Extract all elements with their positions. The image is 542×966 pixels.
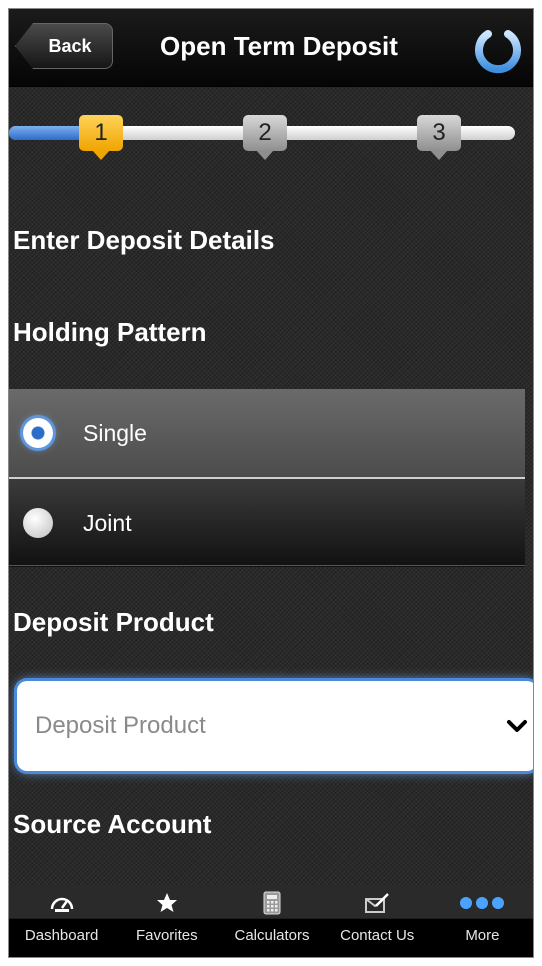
progress-fill <box>9 126 85 140</box>
header-bar: Back Open Term Deposit <box>9 9 533 87</box>
holding-pattern-radio-group: Single Joint <box>9 389 525 567</box>
tab-label: Calculators <box>234 927 310 944</box>
radio-selected-icon <box>23 418 53 448</box>
deposit-product-label: Deposit Product <box>13 607 214 637</box>
select-placeholder: Deposit Product <box>35 712 206 739</box>
divider <box>9 565 525 566</box>
progress-stepper: 1 2 3 <box>9 109 533 169</box>
tab-label: Contact Us <box>340 927 415 944</box>
chevron-down-icon <box>507 720 527 732</box>
section-title: Enter Deposit Details <box>13 225 275 255</box>
tab-contact-us[interactable]: Contact Us <box>325 885 430 957</box>
tab-label: Dashboard <box>24 927 99 944</box>
tab-label: More <box>465 927 500 944</box>
step-1: 1 <box>79 115 123 160</box>
tab-dashboard[interactable]: Dashboard <box>9 885 114 957</box>
tab-more[interactable]: More <box>430 885 533 957</box>
holding-pattern-label: Holding Pattern <box>13 317 207 347</box>
tab-favorites[interactable]: Favorites <box>114 885 219 957</box>
step-3: 3 <box>417 115 461 160</box>
radio-unselected-icon <box>23 508 53 538</box>
step-2: 2 <box>243 115 287 160</box>
radio-option-single[interactable]: Single <box>9 389 525 477</box>
back-button[interactable]: Back <box>15 23 113 69</box>
app-screen: Back Open Term Deposit 1 2 3 Enter Depos… <box>8 8 534 958</box>
calculator-icon <box>263 885 281 921</box>
power-icon[interactable] <box>471 21 525 75</box>
deposit-product-select[interactable]: Deposit Product <box>17 681 533 771</box>
star-icon <box>155 885 179 921</box>
tab-calculators[interactable]: Calculators <box>219 885 324 957</box>
radio-option-label: Single <box>83 419 147 446</box>
page-title: Open Term Deposit <box>160 30 398 61</box>
tab-bar: Dashboard Favorites Calculators Contact … <box>9 885 533 957</box>
tab-label: Favorites <box>135 927 198 944</box>
contact-icon <box>364 885 390 921</box>
source-account-label: Source Account <box>13 809 212 839</box>
dashboard-gauge-icon <box>49 885 75 921</box>
radio-option-label: Joint <box>83 509 132 536</box>
more-dots-icon <box>458 885 506 921</box>
radio-option-joint[interactable]: Joint <box>9 479 525 567</box>
